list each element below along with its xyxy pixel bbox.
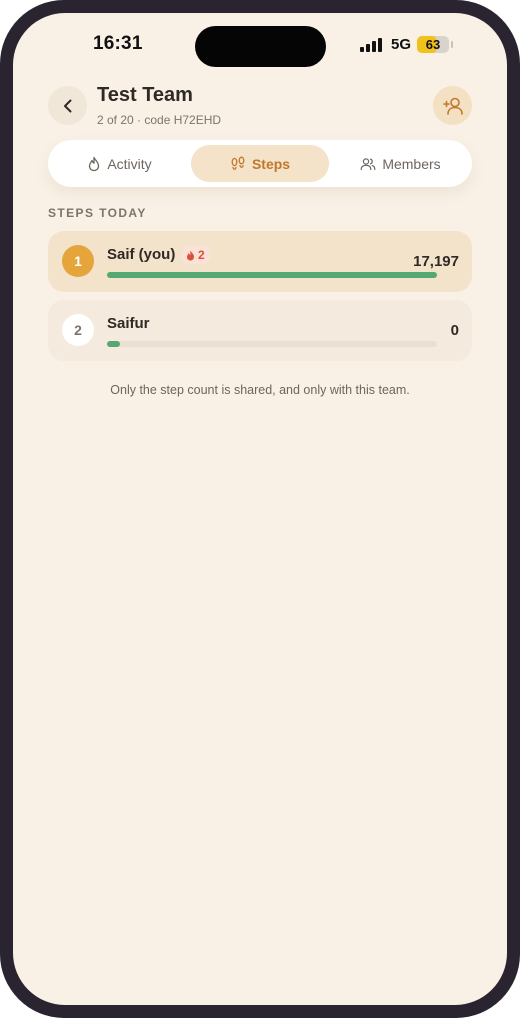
status-indicators: 5G 63	[359, 36, 453, 53]
signal-icon	[359, 37, 382, 52]
rank-badge: 2	[62, 314, 94, 346]
progress-track	[107, 341, 437, 347]
progress-fill	[107, 272, 437, 278]
tab-activity-label: Activity	[107, 155, 152, 172]
network-label: 5G	[390, 36, 411, 53]
battery-icon: 63	[417, 36, 453, 53]
status-time: 16:31	[93, 33, 143, 54]
tab-steps[interactable]: Steps	[191, 145, 329, 182]
tab-members[interactable]: Members	[334, 145, 467, 182]
chevron-left-icon	[63, 99, 71, 112]
privacy-footnote: Only the step count is shared, and only …	[110, 383, 410, 397]
phone-frame: 16:31 5G 63 Test Team 2 of 20 · code H72…	[0, 0, 520, 1018]
dynamic-island	[195, 26, 326, 67]
leaderboard-row: 1 Saif (you) 2 17,197	[48, 231, 472, 292]
streak-badge: 2	[181, 246, 211, 264]
progress-fill	[107, 341, 121, 347]
section-heading: STEPS TODAY	[48, 206, 147, 220]
app-screen: 16:31 5G 63 Test Team 2 of 20 · code H72…	[13, 13, 507, 1005]
person-add-icon	[442, 97, 463, 115]
flame-icon	[187, 250, 194, 260]
add-member-button[interactable]	[433, 86, 472, 125]
member-name: Saifur	[107, 315, 150, 332]
back-button[interactable]	[48, 86, 87, 125]
battery-percent: 63	[425, 37, 441, 52]
page-subtitle: 2 of 20 · code H72EHD	[97, 113, 222, 127]
member-name: Saif (you)	[107, 246, 176, 263]
progress-track	[107, 272, 437, 278]
flame-outline-icon	[89, 156, 100, 171]
rank-badge: 1	[62, 245, 94, 277]
battery-cap	[451, 41, 453, 48]
footprints-icon	[231, 156, 245, 170]
tab-members-label: Members	[382, 155, 441, 172]
people-icon	[360, 157, 376, 170]
steps-count: 0	[450, 322, 459, 339]
leaderboard-row: 2 Saifur 0	[48, 300, 472, 361]
tab-activity[interactable]: Activity	[53, 145, 186, 182]
tab-bar: Activity Steps Members	[48, 140, 472, 187]
tab-steps-label: Steps	[251, 155, 291, 172]
page-title: Test Team	[97, 84, 193, 106]
steps-count: 17,197	[413, 253, 459, 270]
header-titles: Test Team 2 of 20 · code H72EHD	[97, 84, 221, 127]
streak-count: 2	[198, 248, 205, 262]
